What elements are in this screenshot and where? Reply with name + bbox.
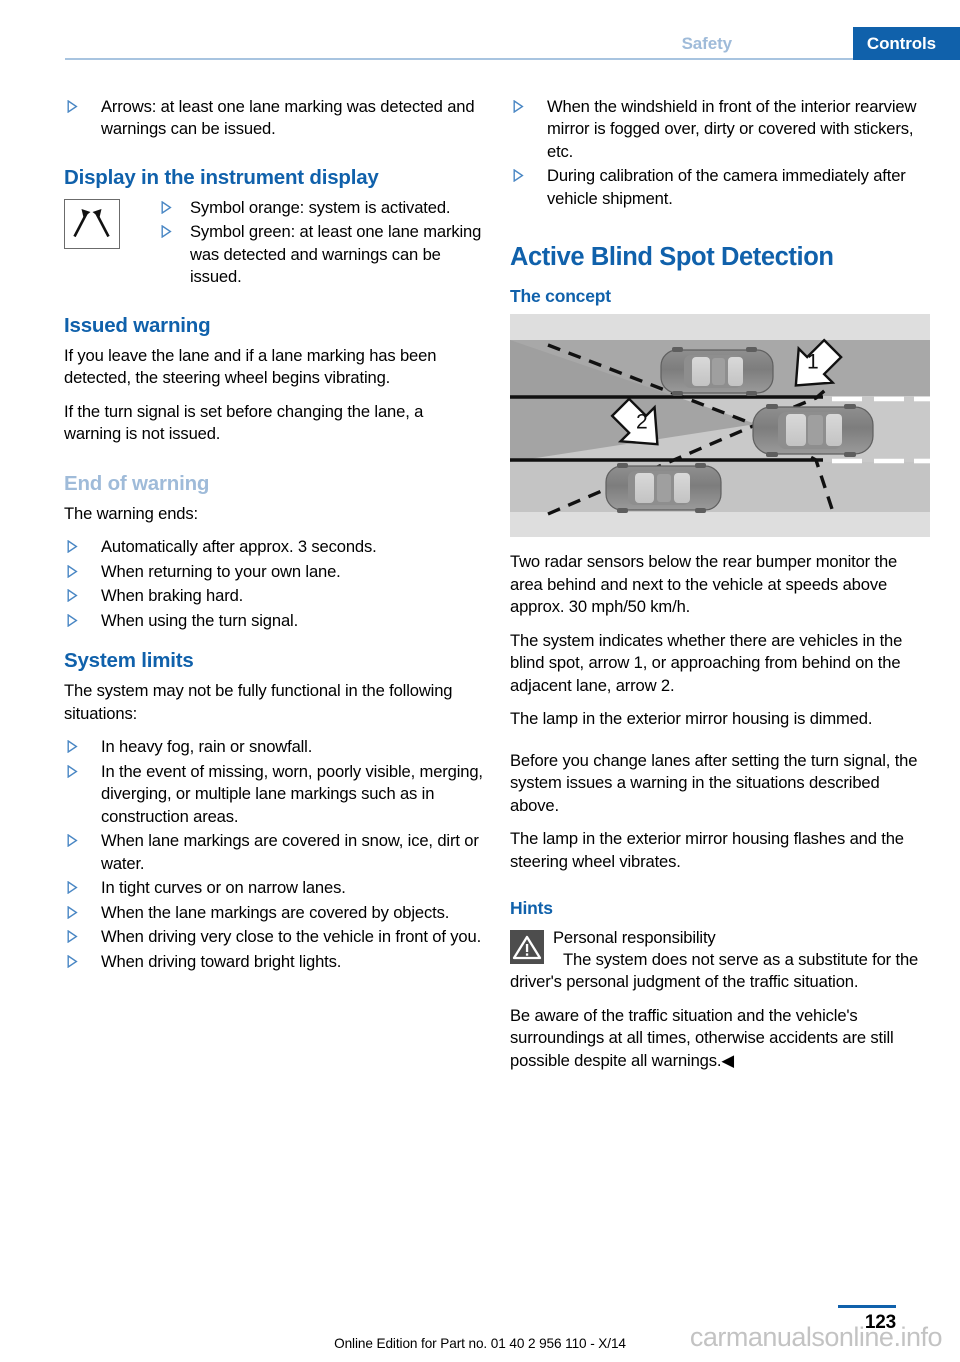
paragraph: The system indicates whether there are v…	[510, 630, 903, 695]
header-tab-safety[interactable]: Safety	[681, 27, 733, 60]
heading-the-concept: The concept	[510, 286, 611, 307]
heading-issued-warning: Issued warning	[64, 313, 211, 337]
paragraph: Two radar sensors below the rear bumper …	[510, 552, 898, 617]
header-tab-safety-label: Safety	[681, 33, 733, 53]
list-item-text: When lane markings are covered in snow, …	[101, 831, 479, 873]
symbol-bullet-row: Symbol orange: system is activated. Symb…	[64, 197, 484, 289]
page-header: Safety Controls	[0, 0, 960, 62]
list-item: When returning to your own lane.	[64, 561, 484, 583]
list-item-text: When driving toward bright lights.	[101, 951, 342, 971]
right-column: When the windshield in front of the inte…	[510, 96, 930, 1083]
paragraph: Before you change lanes after setting th…	[510, 750, 918, 815]
list-item-text: Automatically after approx. 3 seconds.	[101, 537, 377, 557]
list-item: When braking hard.	[64, 585, 484, 607]
car-center	[752, 404, 874, 458]
system-limits-bullet-list: In heavy fog, rain or snowfall. In the e…	[64, 736, 484, 973]
list-item: When driving very close to the vehicle i…	[64, 926, 484, 948]
car-lower	[605, 463, 722, 514]
personal-responsibility-warning: Personal responsibility The system does …	[510, 927, 930, 994]
header-tab-controls[interactable]: Controls	[852, 27, 960, 60]
list-item: Symbol orange: system is activated.	[161, 197, 484, 219]
list-item: Arrows: at least one lane marking was de…	[64, 96, 484, 141]
paragraph: If the turn signal is set before changin…	[64, 401, 424, 444]
header-rule	[65, 58, 895, 60]
list-item: During calibration of the camera immedia…	[510, 165, 930, 210]
list-item: When driving toward bright lights.	[64, 951, 484, 973]
list-item: When the windshield in front of the inte…	[510, 96, 930, 163]
paragraph: The lamp in the exterior mirror housing …	[510, 709, 873, 729]
site-watermark: carmanualsonline.info	[689, 1322, 943, 1352]
arrow-2-label: 2	[636, 411, 648, 434]
paragraph: The warning ends:	[64, 503, 198, 523]
list-item-text: When driving very close to the vehicle i…	[101, 927, 482, 947]
list-item-text: When using the turn signal.	[101, 610, 299, 630]
closing-paragraph: Be aware of the traffic situation and th…	[510, 1005, 930, 1072]
list-item: In heavy fog, rain or snowfall.	[64, 736, 484, 758]
paragraph: The lamp in the exterior mirror housing …	[510, 829, 904, 871]
lane-departure-warning-icon	[64, 198, 120, 249]
heading-hints: Hints	[510, 898, 553, 919]
closing-paragraph-text: Be aware of the traffic situation and th…	[510, 1005, 894, 1070]
heading-end-of-warning: End of warning	[64, 471, 210, 495]
warning-triangle-icon	[510, 929, 544, 964]
warning-title: Personal responsibility	[553, 927, 716, 947]
list-item: When the lane markings are covered by ob…	[64, 902, 484, 924]
list-item-text: When the lane markings are covered by ob…	[101, 902, 450, 922]
left-column: Arrows: at least one lane marking was de…	[64, 96, 484, 975]
list-item-text: Arrows: at least one lane marking was de…	[101, 97, 475, 139]
left-top-bullet-list: Arrows: at least one lane marking was de…	[64, 96, 484, 141]
car-upper	[660, 347, 774, 397]
header-tab-controls-label: Controls	[866, 33, 936, 53]
heading-display-in-instrument-display: Display in the instrument display	[64, 165, 379, 189]
list-item-text: In the event of missing, worn, poorly vi…	[101, 761, 483, 826]
blind-spot-detection-illustration: 1 2	[510, 314, 930, 538]
section-title-active-blind-spot-detection: Active Blind Spot Detection	[510, 243, 834, 272]
end-of-warning-bullet-list: Automatically after approx. 3 seconds. W…	[64, 536, 484, 632]
paragraph: The system may not be fully functional i…	[64, 681, 453, 723]
arrow-1-label: 1	[807, 351, 819, 374]
paragraph: If you leave the lane and if a lane mark…	[64, 345, 437, 388]
list-item-text: During calibration of the camera immedia…	[547, 166, 906, 208]
list-item-text: When the windshield in front of the inte…	[547, 97, 917, 161]
list-item: When using the turn signal.	[64, 610, 484, 632]
list-item-text: Symbol green: at least one lane marking …	[190, 222, 482, 287]
page-number-rule	[838, 1305, 896, 1308]
list-item-text: When braking hard.	[101, 586, 244, 606]
list-item-text: When returning to your own lane.	[101, 561, 341, 581]
symbol-bullet-list: Symbol orange: system is activated. Symb…	[161, 197, 484, 289]
warning-body: The system does not serve as a substitut…	[510, 950, 919, 992]
heading-system-limits: System limits	[64, 649, 194, 673]
list-item: In tight curves or on narrow lanes.	[64, 877, 484, 899]
list-item-text: In heavy fog, rain or snowfall.	[101, 737, 313, 757]
list-item: In the event of missing, worn, poorly vi…	[64, 761, 484, 828]
closing-marker: ◀	[721, 1050, 734, 1070]
list-item: Automatically after approx. 3 seconds.	[64, 536, 484, 558]
list-item: When lane markings are covered in snow, …	[64, 830, 484, 875]
list-item-text: Symbol orange: system is activated.	[190, 197, 451, 217]
list-item: Symbol green: at least one lane marking …	[161, 221, 484, 288]
right-top-bullet-list: When the windshield in front of the inte…	[510, 96, 930, 210]
list-item-text: In tight curves or on narrow lanes.	[101, 878, 346, 898]
